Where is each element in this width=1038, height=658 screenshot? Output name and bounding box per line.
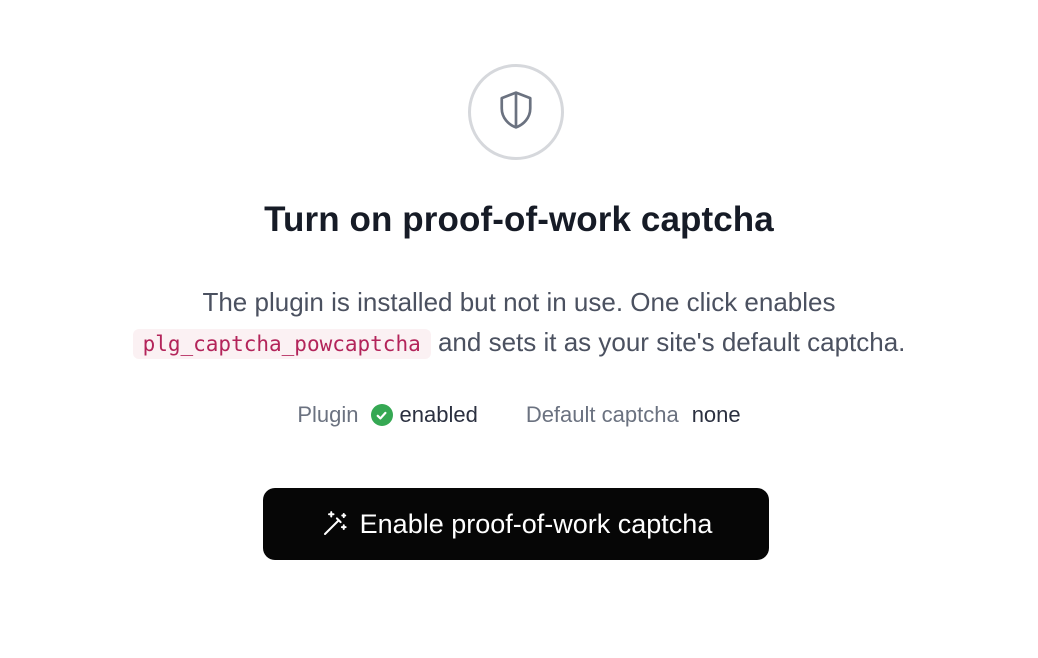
page-title: Turn on proof-of-work captcha [264, 200, 774, 239]
plugin-status-value: enabled [399, 402, 478, 427]
status-row: Plugin enabled Default captcha none [0, 400, 1038, 430]
captcha-status-value: none [691, 402, 741, 427]
shield-badge [468, 64, 564, 160]
description: The plugin is installed but not in use. … [0, 282, 1038, 364]
description-text-after: and sets it as your site's default captc… [437, 327, 906, 357]
shield-icon [497, 89, 535, 136]
plugin-status: Plugin enabled [297, 400, 477, 430]
plugin-status-label: Plugin [297, 402, 359, 427]
check-circle-icon [370, 404, 393, 426]
enable-captcha-button[interactable]: Enable proof-of-work captcha [263, 488, 769, 560]
description-text-before: The plugin is installed but not in use. … [202, 287, 836, 317]
plugin-code: plg_captcha_powcaptcha [132, 329, 431, 359]
enable-captcha-button-label: Enable proof-of-work captcha [359, 508, 713, 539]
captcha-status: Default captcha none [526, 400, 741, 430]
captcha-setup-page: Turn on proof-of-work captcha The plugin… [0, 0, 1038, 658]
captcha-status-label: Default captcha [525, 402, 679, 427]
magic-wand-icon [320, 509, 350, 539]
